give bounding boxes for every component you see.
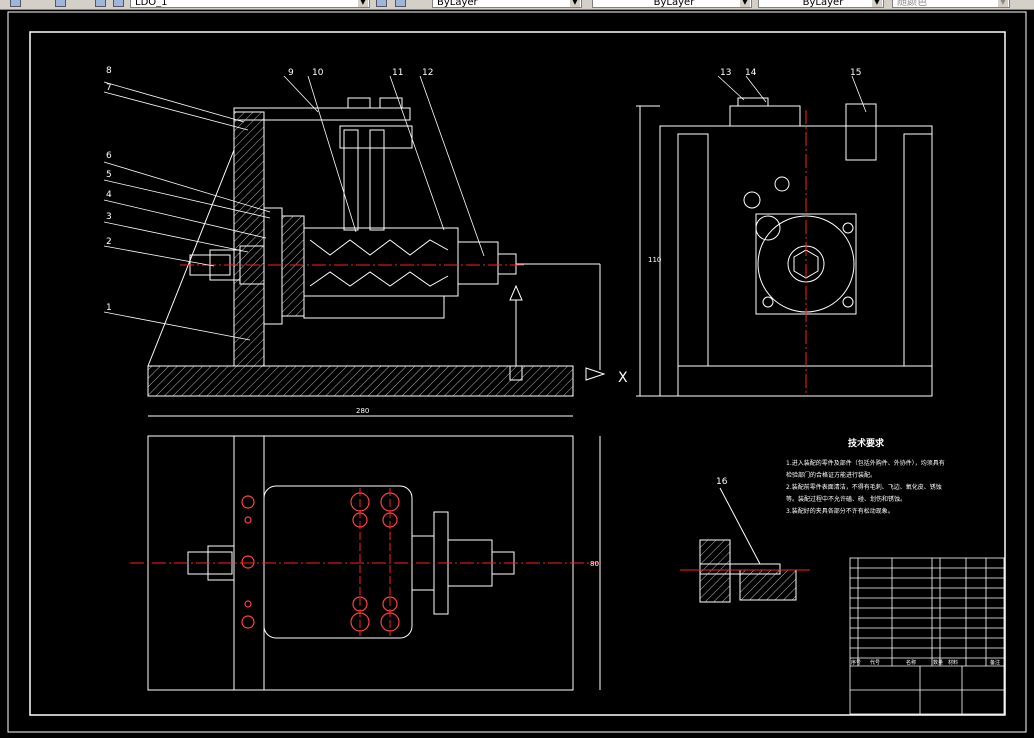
layer-dropdown-value: LDO_1 <box>135 0 168 8</box>
side-height-dim: 110 <box>648 256 661 264</box>
tb-header-name: 名称 <box>906 659 916 666</box>
color-control-value: ByLayer <box>437 0 478 8</box>
color-control-dropdown[interactable]: ByLayer ▼ <box>432 0 582 8</box>
tech-line-2: 检验部门的合格证方能进行装配。 <box>786 471 876 479</box>
side-view <box>636 97 933 397</box>
balloon-16: 16 <box>716 477 728 487</box>
make-current-layer-icon[interactable] <box>376 0 387 7</box>
front-section-view <box>147 97 606 397</box>
plan-width-dim: 280 <box>356 407 369 415</box>
balloon-10: 10 <box>312 68 324 78</box>
cylinder-flange <box>303 295 445 319</box>
linetype-control-value: ByLayer <box>653 0 695 8</box>
tech-line-4: 等。装配过程中不允许磕、碰、划伤和锈蚀。 <box>786 495 906 503</box>
side-leaders <box>717 75 867 113</box>
tb-header-index: 序号 <box>851 659 861 666</box>
layer-previous-icon[interactable] <box>113 0 124 7</box>
linetype-control-dropdown[interactable]: ByLayer ▼ <box>592 0 752 8</box>
lineweight-control-value: ByLayer <box>802 0 844 8</box>
balloon-11: 11 <box>392 68 403 78</box>
plan-holes <box>241 492 400 632</box>
plotstyle-control-value: 随颜色 <box>897 0 927 8</box>
tb-header-material: 材料 <box>948 659 958 666</box>
top-bolt-2 <box>379 97 403 109</box>
layer-dropdown[interactable]: LDO_1 ▼ <box>130 0 370 8</box>
tb-header-qty: 数量 <box>933 659 943 666</box>
clamp-plate <box>263 207 283 325</box>
lineweight-control-dropdown[interactable]: ByLayer ▼ <box>758 0 884 8</box>
tech-line-3: 2.装配前零件表面清洁，不得有毛刺、飞边、氧化皮、锈蚀 <box>786 483 942 491</box>
side-right-wall <box>903 133 933 367</box>
guide-rod-right <box>369 129 385 231</box>
base-plate <box>147 365 574 397</box>
side-screw-detail <box>845 103 877 161</box>
title-block-headers: 序号 代号 名称 数量 材料 备注 <box>851 659 1000 666</box>
balloon-5: 5 <box>106 170 112 180</box>
side-top-block <box>729 105 801 127</box>
tech-line-5: 3.装配好的夹具各部分不许有松动现象。 <box>786 507 894 515</box>
balloon-15: 15 <box>850 68 861 78</box>
plan-height-dim: 80 <box>590 560 599 568</box>
back-plate <box>233 111 265 367</box>
tb-header-code: 代号 <box>870 659 880 666</box>
balloon-7: 7 <box>106 83 112 93</box>
thread-upper <box>309 239 449 256</box>
balloon-14: 14 <box>745 68 757 78</box>
rib-line <box>147 149 235 367</box>
side-bolt-hole-1 <box>755 215 781 241</box>
side-base <box>677 365 933 397</box>
chevron-down-icon: ▼ <box>358 0 368 7</box>
balloon-6: 6 <box>106 151 112 161</box>
balloon-9: 9 <box>288 68 294 78</box>
side-frame <box>659 125 933 397</box>
tb-header-remark: 备注 <box>990 659 1000 666</box>
chevron-down-icon: ▼ <box>872 0 882 7</box>
top-bolt-1 <box>347 97 371 109</box>
plan-view <box>147 415 601 691</box>
balloon-4: 4 <box>106 190 112 200</box>
screw-end <box>497 253 517 275</box>
thread-lower <box>309 271 449 287</box>
arrow-up <box>509 284 523 301</box>
section-marker: X <box>618 370 628 386</box>
drawing-canvas[interactable]: X 8 7 6 5 4 3 2 1 9 10 11 12 110 13 14 1… <box>0 10 1034 738</box>
chevron-down-icon: ▼ <box>998 0 1008 7</box>
side-hole-3 <box>774 176 790 192</box>
tech-requirements-title: 技术要求 <box>848 437 885 449</box>
cylinder-body <box>303 227 459 297</box>
app-icon[interactable] <box>10 0 21 7</box>
balloon-1: 1 <box>106 303 112 313</box>
plotstyle-control-dropdown[interactable]: 随颜色 ▼ <box>892 0 1010 8</box>
guide-block <box>339 125 413 149</box>
balloon-8: 8 <box>106 66 112 76</box>
clamp-jaw <box>281 215 305 317</box>
side-left-wall <box>677 133 709 367</box>
end-nut <box>457 241 499 285</box>
layer-manager-icon[interactable] <box>55 0 66 7</box>
tech-line-1: 1.进入装配的零件及部件（包括外购件、外协件），均须具有 <box>786 459 945 467</box>
balloon-13: 13 <box>720 68 731 78</box>
properties-toolbar: LDO_1 ▼ ByLayer ▼ ByLayer ▼ ByLayer ▼ 随颜… <box>0 0 1034 10</box>
detail-view <box>680 487 810 603</box>
balloon-2: 2 <box>106 237 112 247</box>
balloon-12: 12 <box>422 68 433 78</box>
layer-state-icon[interactable] <box>95 0 106 7</box>
chevron-down-icon: ▼ <box>570 0 580 7</box>
layer-walk-icon[interactable] <box>395 0 406 7</box>
balloon-3: 3 <box>106 212 112 222</box>
tech-requirements: 技术要求 1.进入装配的零件及部件（包括外购件、外协件），均须具有 检验部门的合… <box>786 437 945 515</box>
side-hole-2 <box>743 191 761 209</box>
title-block <box>849 557 1005 715</box>
arrow-right <box>585 367 606 381</box>
chevron-down-icon: ▼ <box>740 0 750 7</box>
